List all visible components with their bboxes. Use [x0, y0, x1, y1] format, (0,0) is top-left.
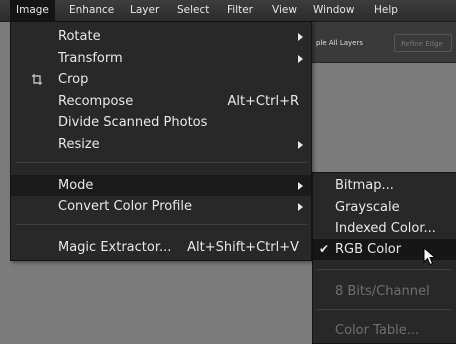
menu-separator: [15, 224, 307, 225]
menu-item-label: Resize: [58, 137, 100, 152]
shortcut-label: Alt+Shift+Ctrl+V: [187, 240, 299, 255]
submenu-arrow-icon: [298, 182, 303, 190]
crop-icon: [32, 74, 42, 85]
submenu-arrow-icon: [298, 55, 303, 63]
menu-item-label: Crop: [58, 72, 89, 87]
menu-item-label: Recompose: [58, 94, 134, 109]
image-menu: Rotate Transform Crop Recompose Alt+Ctrl…: [10, 21, 312, 261]
submenu-item-label: Bitmap...: [335, 178, 394, 193]
submenu-item-label: Color Table...: [335, 323, 420, 338]
menu-separator: [317, 309, 451, 310]
menu-item-label: Mode: [58, 178, 94, 193]
menu-item-label: Rotate: [58, 29, 101, 44]
menu-item-divide-scanned-photos[interactable]: Divide Scanned Photos: [11, 112, 311, 133]
menu-item-transform[interactable]: Transform: [11, 48, 311, 69]
checkmark-icon: ✔: [319, 242, 330, 256]
menu-item-crop[interactable]: Crop: [11, 69, 311, 90]
menu-help[interactable]: Help: [368, 0, 404, 21]
tool-options-bar: ple All Layers Refine Edge: [300, 22, 456, 63]
submenu-item-8-bits-channel[interactable]: 8 Bits/Channel: [313, 281, 456, 302]
menu-item-convert-color-profile[interactable]: Convert Color Profile: [11, 196, 311, 217]
submenu-item-label: 8 Bits/Channel: [335, 284, 430, 299]
refine-edge-button[interactable]: Refine Edge: [394, 34, 452, 52]
shortcut-label: Alt+Ctrl+R: [227, 94, 299, 109]
menu-item-label: Transform: [58, 51, 123, 66]
sample-all-layers-option[interactable]: ple All Layers: [310, 34, 386, 52]
menu-image[interactable]: Image: [10, 0, 55, 21]
submenu-item-grayscale[interactable]: Grayscale: [313, 197, 456, 218]
submenu-item-label: Grayscale: [335, 200, 400, 215]
submenu-arrow-icon: [298, 203, 303, 211]
menu-enhance[interactable]: Enhance: [63, 0, 120, 21]
submenu-item-color-table[interactable]: Color Table...: [313, 320, 456, 341]
submenu-arrow-icon: [298, 33, 303, 41]
submenu-item-bitmap[interactable]: Bitmap...: [313, 175, 456, 196]
menu-layer[interactable]: Layer: [124, 0, 165, 21]
submenu-item-label: Indexed Color...: [335, 221, 436, 236]
menu-separator: [317, 269, 451, 270]
menu-item-rotate[interactable]: Rotate: [11, 26, 311, 47]
menu-item-resize[interactable]: Resize: [11, 134, 311, 155]
menu-window[interactable]: Window: [307, 0, 360, 21]
submenu-arrow-icon: [298, 141, 303, 149]
menu-filter[interactable]: Filter: [221, 0, 259, 21]
menu-item-mode[interactable]: Mode: [11, 175, 311, 196]
submenu-item-indexed-color[interactable]: Indexed Color...: [313, 218, 456, 239]
menu-separator: [15, 162, 307, 163]
menu-view[interactable]: View: [266, 0, 303, 21]
menu-select[interactable]: Select: [171, 0, 215, 21]
menu-bar: Image Enhance Layer Select Filter View W…: [0, 0, 456, 22]
menu-item-label: Magic Extractor...: [58, 240, 172, 255]
mouse-cursor-icon: [423, 247, 437, 266]
submenu-item-label: RGB Color: [335, 242, 402, 257]
menu-item-label: Divide Scanned Photos: [58, 115, 208, 130]
menu-item-recompose[interactable]: Recompose Alt+Ctrl+R: [11, 91, 311, 112]
menu-item-magic-extractor[interactable]: Magic Extractor... Alt+Shift+Ctrl+V: [11, 237, 311, 258]
menu-item-label: Convert Color Profile: [58, 199, 193, 214]
